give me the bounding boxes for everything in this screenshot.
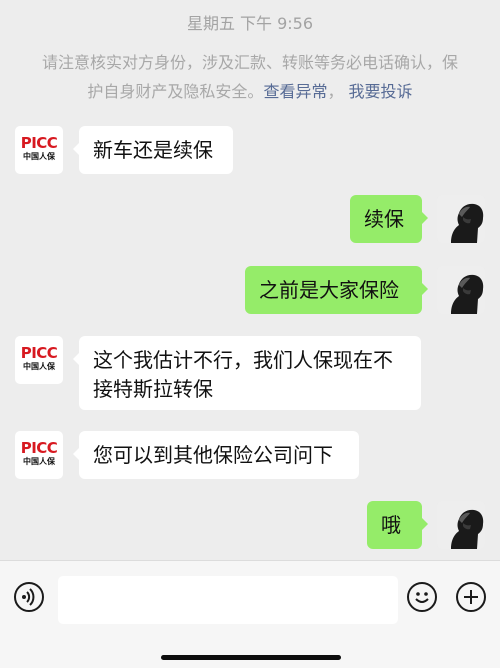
user-portrait-image — [437, 501, 485, 549]
user-avatar[interactable] — [437, 195, 485, 243]
message-row: 之前是大家保险 — [0, 266, 500, 314]
plus-icon[interactable] — [456, 582, 486, 612]
incoming-message[interactable]: 您可以到其他保险公司问下 — [73, 431, 359, 479]
security-notice: 请注意核实对方身份，涉及汇款、转账等务必电话确认，保护自身财产及隐私安全。查看异… — [41, 53, 458, 101]
contact-avatar[interactable]: PICC 中国人保 — [15, 126, 63, 174]
chat-timestamp: 星期五 下午 9:56 — [186, 14, 314, 33]
message-row: 哦 — [0, 501, 500, 549]
home-indicator[interactable] — [161, 655, 341, 660]
view-abnormal-link[interactable]: 查看异常 — [263, 82, 327, 101]
report-link[interactable]: 我要投诉 — [349, 82, 413, 101]
voice-icon[interactable] — [14, 582, 44, 612]
message-input[interactable] — [58, 576, 398, 624]
message-row: PICC 中国人保 这个我估计不行，我们人保现在不接特斯拉转保 — [0, 336, 500, 410]
message-row: PICC 中国人保 您可以到其他保险公司问下 — [0, 431, 500, 479]
message-row: 续保 — [0, 195, 500, 243]
user-avatar[interactable] — [437, 501, 485, 549]
incoming-message[interactable]: 新车还是续保 — [73, 126, 233, 174]
contact-avatar[interactable]: PICC 中国人保 — [15, 336, 63, 384]
outgoing-message[interactable]: 之前是大家保险 — [245, 266, 428, 314]
picc-logo: PICC — [20, 344, 58, 362]
chat-input-bar — [0, 560, 500, 668]
contact-avatar[interactable]: PICC 中国人保 — [15, 431, 63, 479]
picc-logo: PICC — [20, 134, 58, 152]
picc-logo: PICC — [20, 439, 58, 457]
picc-logo-subtitle: 中国人保 — [23, 457, 55, 466]
user-portrait-image — [437, 266, 485, 314]
incoming-message[interactable]: 这个我估计不行，我们人保现在不接特斯拉转保 — [73, 336, 421, 410]
outgoing-message[interactable]: 哦 — [367, 501, 428, 549]
picc-logo-subtitle: 中国人保 — [23, 152, 55, 161]
picc-logo-subtitle: 中国人保 — [23, 362, 55, 371]
outgoing-message[interactable]: 续保 — [350, 195, 428, 243]
user-portrait-image — [437, 195, 485, 243]
user-avatar[interactable] — [437, 266, 485, 314]
emoji-icon[interactable] — [407, 582, 437, 612]
message-row: PICC 中国人保 新车还是续保 — [0, 126, 500, 174]
